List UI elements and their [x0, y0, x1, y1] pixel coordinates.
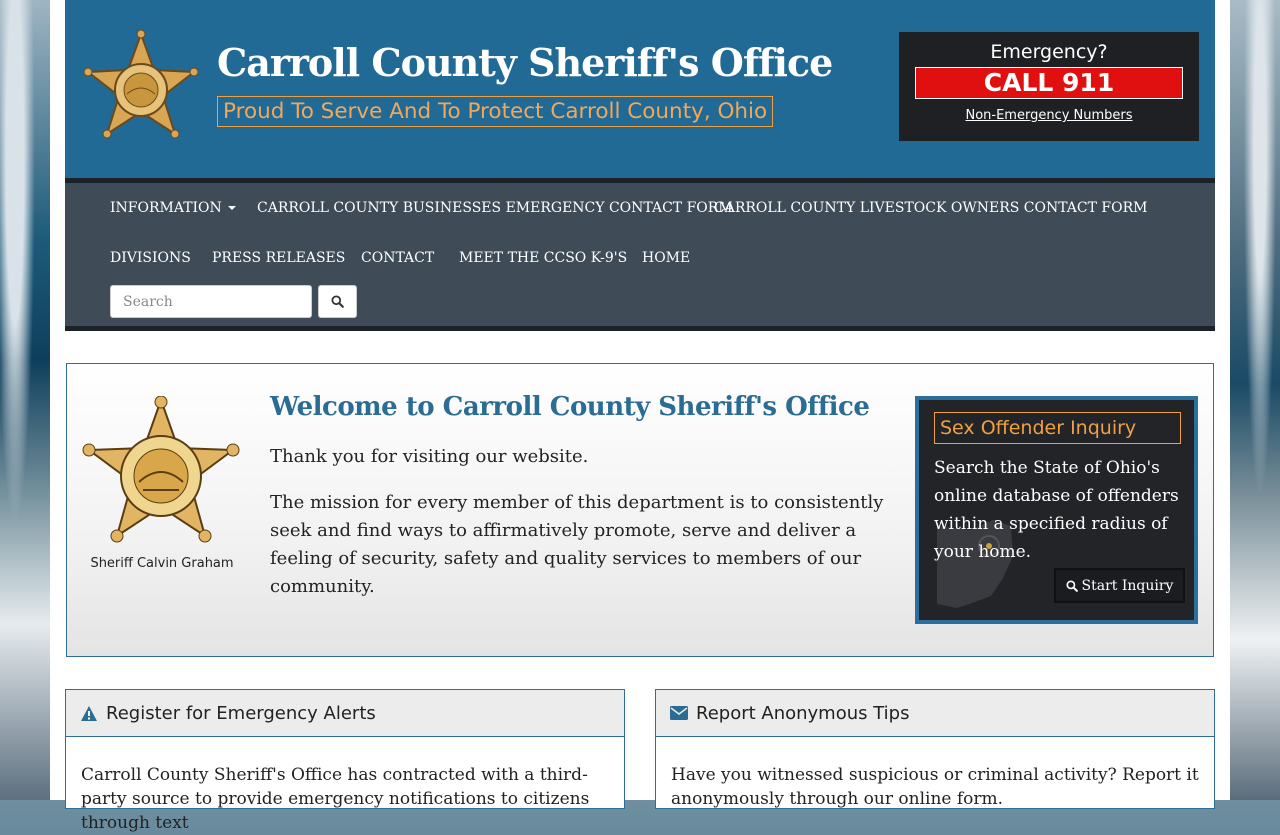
- non-emergency-numbers-link[interactable]: Non-Emergency Numbers: [965, 108, 1132, 123]
- caret-down-icon: [227, 206, 236, 210]
- site-header: Carroll County Sheriff's Office Proud To…: [65, 0, 1215, 178]
- main-navigation: INFORMATION CARROLL COUNTY BUSINESSES EM…: [65, 178, 1215, 331]
- emergency-alerts-title[interactable]: Register for Emergency Alerts: [106, 703, 376, 724]
- offender-inquiry-text: Search the State of Ohio's online databa…: [934, 458, 1179, 562]
- search-icon: [1065, 579, 1078, 592]
- panel-header: Register for Emergency Alerts: [66, 690, 624, 737]
- nav-item-divisions[interactable]: DIVISIONS: [110, 250, 191, 266]
- envelope-icon: [670, 706, 688, 720]
- welcome-intro: Thank you for visiting our website.: [270, 446, 589, 467]
- page-container: Carroll County Sheriff's Office Proud To…: [50, 0, 1230, 833]
- emergency-alerts-text: Carroll County Sheriff's Office has cont…: [81, 765, 590, 833]
- nav-item-label: INFORMATION: [110, 200, 222, 216]
- sheriff-star-logo-icon[interactable]: [81, 30, 201, 150]
- nav-item-contact[interactable]: CONTACT: [361, 250, 434, 266]
- emergency-question: Emergency?: [990, 41, 1108, 63]
- anonymous-tips-panel: Report Anonymous Tips Have you witnessed…: [655, 689, 1215, 809]
- nav-item-meet-k9s[interactable]: MEET THE CCSO K-9'S: [459, 250, 627, 266]
- call-911-banner: CALL 911: [915, 67, 1183, 99]
- site-tagline: Proud To Serve And To Protect Carroll Co…: [217, 96, 774, 127]
- emergency-box: Emergency? CALL 911 Non-Emergency Number…: [899, 32, 1199, 141]
- search-button[interactable]: [318, 285, 357, 318]
- nav-item-home[interactable]: HOME: [642, 250, 690, 266]
- panel-header: Report Anonymous Tips: [656, 690, 1214, 737]
- warning-icon: [81, 705, 97, 721]
- background-right: [1230, 0, 1280, 800]
- nav-item-livestock-owners-contact-form[interactable]: CARROLL COUNTY LIVESTOCK OWNERS CONTACT …: [714, 200, 1148, 216]
- sex-offender-inquiry-box: Sex Offender Inquiry Search the State of…: [915, 396, 1198, 624]
- start-inquiry-button[interactable]: Start Inquiry: [1054, 568, 1185, 603]
- start-inquiry-label: Start Inquiry: [1081, 577, 1174, 594]
- site-title[interactable]: Carroll County Sheriff's Office: [217, 40, 833, 85]
- background-left: [0, 0, 50, 800]
- welcome-section: Sheriff Calvin Graham Welcome to Carroll…: [66, 363, 1214, 657]
- search-icon: [331, 295, 344, 308]
- search-input[interactable]: [110, 285, 312, 318]
- sheriff-badge-icon: [82, 396, 240, 543]
- anonymous-tips-title[interactable]: Report Anonymous Tips: [696, 703, 910, 724]
- welcome-mission: The mission for every member of this dep…: [270, 492, 884, 597]
- nav-item-businesses-emergency-contact-form[interactable]: CARROLL COUNTY BUSINESSES EMERGENCY CONT…: [257, 200, 733, 216]
- nav-item-press-releases[interactable]: PRESS RELEASES: [212, 250, 345, 266]
- offender-inquiry-title: Sex Offender Inquiry: [934, 412, 1181, 444]
- welcome-title: Welcome to Carroll County Sheriff's Offi…: [270, 392, 870, 422]
- nav-item-information[interactable]: INFORMATION: [110, 200, 236, 216]
- emergency-alerts-panel: Register for Emergency Alerts Carroll Co…: [65, 689, 625, 833]
- sheriff-name-caption: Sheriff Calvin Graham: [90, 556, 234, 571]
